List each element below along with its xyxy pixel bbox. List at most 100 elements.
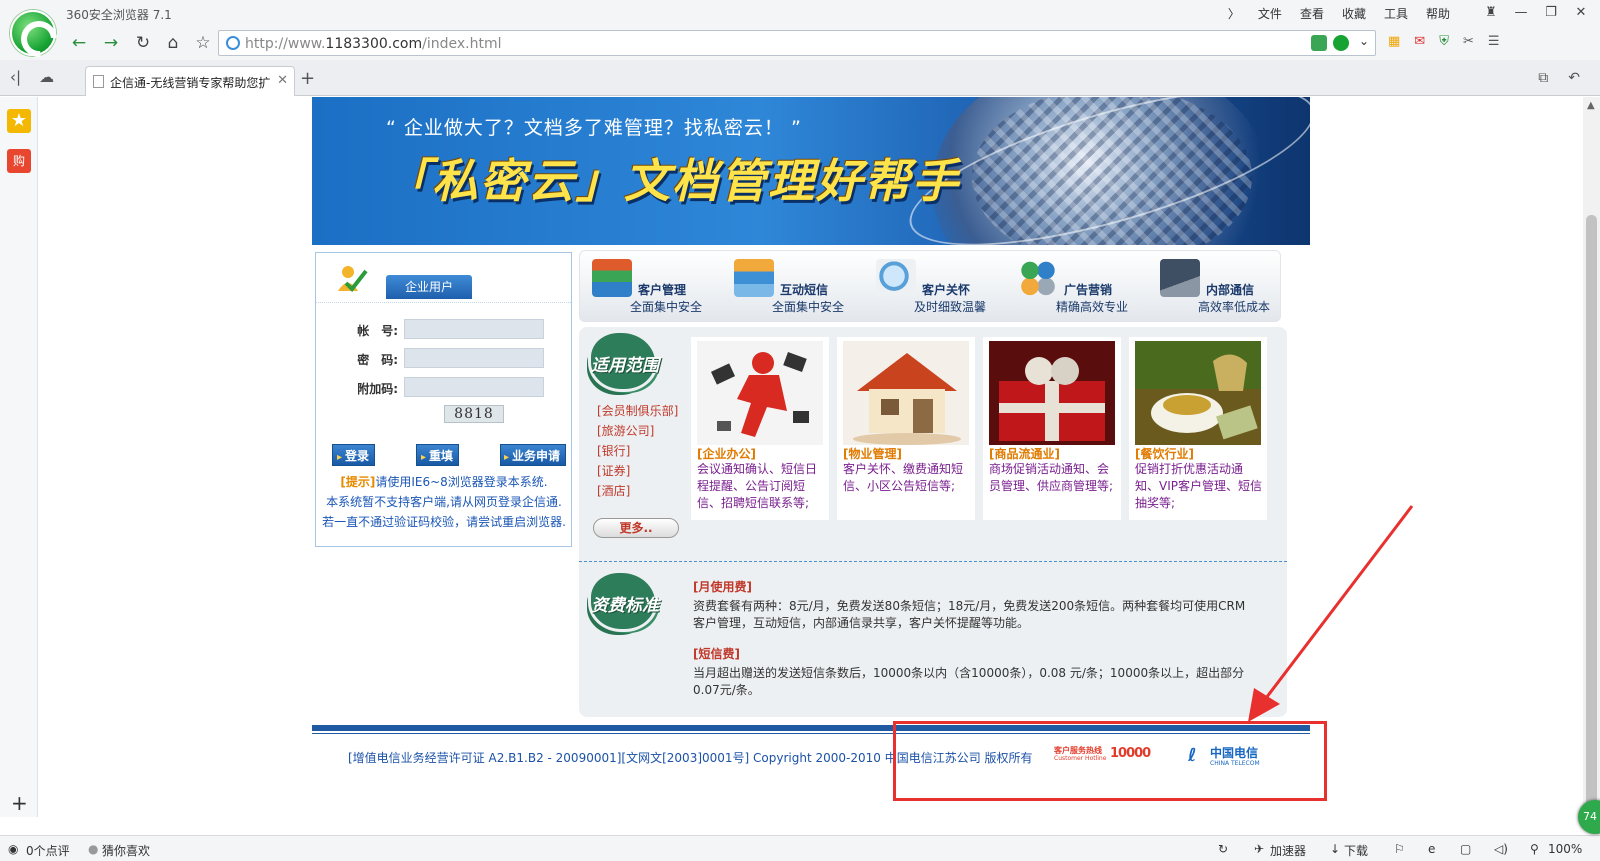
restore-tabs-icon[interactable]: ⧉	[1538, 70, 1548, 86]
reset-button[interactable]: 重填	[416, 444, 460, 466]
floating-badge[interactable]: 74	[1578, 800, 1600, 834]
guess-you-like[interactable]: 猜你喜欢	[102, 842, 150, 859]
zoom-level[interactable]: 100%	[1548, 842, 1582, 856]
download-icon[interactable]: ↓	[1330, 842, 1340, 856]
password-input[interactable]	[404, 348, 544, 368]
monthly-fee-title: [月使用费]	[693, 580, 752, 594]
scroll-up-icon[interactable]: ▲	[1587, 100, 1595, 111]
tab-enterprise-user[interactable]: 企业用户	[386, 275, 472, 299]
menu-help[interactable]: 帮助	[1426, 5, 1450, 22]
more-button[interactable]: 更多..	[593, 518, 679, 538]
bookmark-star-icon[interactable]: ☆	[190, 31, 216, 55]
card-title: [餐饮行业]	[1135, 447, 1194, 461]
menu-favorites[interactable]: 收藏	[1342, 5, 1366, 22]
translate-icon[interactable]: ⚐	[1394, 842, 1405, 856]
site-security-icon	[226, 36, 240, 50]
menu-tools[interactable]: 工具	[1384, 5, 1408, 22]
scope-list-item[interactable]: [酒店]	[597, 481, 678, 501]
tip-label: [提示]	[340, 475, 376, 489]
tip-line-2: 本系统暂不支持客户端,请从网页登录企信通.	[326, 495, 562, 509]
web-page: “ 企业做大了？文档多了难管理？找私密云！ ” 「私密云」文档管理好帮手 企业用…	[312, 97, 1310, 817]
service-internal-comm[interactable]: 内部通信 高效率低成本	[1148, 251, 1288, 323]
shopping-icon[interactable]: 购	[7, 149, 31, 173]
menu-expand-icon[interactable]: 〉	[1228, 5, 1240, 22]
window-icon[interactable]: ▢	[1460, 842, 1471, 856]
fee-content: [月使用费] 资费套餐有两种：8元/月，免费发送80条短信；18元/月，免费发送…	[693, 579, 1253, 699]
refresh-status-icon[interactable]: ↻	[1218, 842, 1228, 856]
house-image	[843, 341, 969, 445]
undo-close-icon[interactable]: ↶	[1568, 70, 1580, 86]
books-icon	[592, 259, 632, 297]
scope-card-catering[interactable]: [餐饮行业] 促销打折优惠活动通知、VIP客户管理、短信抽奖等;	[1129, 337, 1267, 520]
scope-card-retail[interactable]: [商品流通业] 商场促销活动通知、会员管理、供应商管理等;	[983, 337, 1121, 520]
close-button[interactable]: ✕	[1568, 2, 1594, 22]
back-icon[interactable]: ←	[66, 31, 92, 55]
browser-logo-icon[interactable]	[10, 10, 56, 56]
forward-icon[interactable]: →	[98, 31, 124, 55]
menu-file[interactable]: 文件	[1258, 5, 1282, 22]
sound-icon[interactable]: ◁)	[1494, 842, 1508, 856]
scope-list-item[interactable]: [旅游公司]	[597, 421, 678, 441]
refresh-icon[interactable]: ↻	[130, 31, 156, 55]
service-customer-care[interactable]: 客户关怀 及时细致温馨	[864, 251, 1004, 323]
captcha-image[interactable]: 8818	[444, 405, 504, 423]
scope-list-item[interactable]: [证券]	[597, 461, 678, 481]
cloud-icon[interactable]: ☁	[39, 68, 54, 86]
engine-icon[interactable]	[1333, 35, 1349, 51]
tab-active[interactable]: 企信通-无线营销专家帮助您扩大 ✕	[85, 66, 295, 96]
minimize-button[interactable]: —	[1508, 2, 1534, 22]
tab-close-icon[interactable]: ✕	[277, 73, 288, 88]
scope-card-office[interactable]: [企业办公] 会议通知确认、短信日程提醒、公告订阅短信、招聘短信联系等;	[691, 337, 829, 520]
apply-button[interactable]: 业务申请	[500, 444, 567, 466]
service-name: 客户关怀	[922, 283, 971, 297]
address-bar[interactable]: http://www.1183300.com/index.html ⌄	[218, 30, 1376, 56]
maximize-button[interactable]: ❐	[1538, 2, 1564, 22]
banner[interactable]: “ 企业做大了？文档多了难管理？找私密云！ ” 「私密云」文档管理好帮手	[312, 97, 1310, 245]
comments-icon[interactable]: ◉	[8, 842, 18, 856]
zoom-icon[interactable]: ⚲	[1530, 842, 1539, 856]
extra-code-input[interactable]	[404, 377, 544, 397]
tip-line-1: 请使用IE6~8浏览器登录本系统.	[375, 475, 548, 489]
arrows-icon	[1018, 259, 1058, 297]
screenshot-icon[interactable]: ✂	[1463, 34, 1474, 49]
account-input[interactable]	[404, 319, 544, 339]
scrollbar-thumb[interactable]	[1586, 215, 1597, 815]
login-button[interactable]: 登录	[332, 444, 376, 466]
service-desc: 全面集中安全	[772, 300, 845, 314]
address-url[interactable]: http://www.1183300.com/index.html	[245, 36, 501, 52]
vertical-scrollbar[interactable]: ▲	[1583, 97, 1600, 817]
dropdown-chevron-icon[interactable]: ⌄	[1359, 34, 1369, 48]
scope-badge-text: 适用范围	[591, 356, 659, 376]
side-add-icon[interactable]: +	[11, 791, 28, 815]
scope-badge: 适用范围	[585, 333, 661, 389]
service-customer-management[interactable]: 客户管理 全面集中安全	[580, 251, 720, 323]
skin-icon[interactable]: ♜	[1478, 2, 1504, 22]
service-name: 客户管理	[638, 283, 687, 297]
card-desc: 商场促销活动通知、会员管理、供应商管理等;	[989, 462, 1114, 493]
apps-grid-icon[interactable]: ▦	[1388, 34, 1400, 49]
service-desc: 全面集中安全	[630, 300, 703, 314]
accelerator-icon[interactable]: ✈	[1254, 842, 1264, 856]
browser-titlebar: 360安全浏览器 7.1 〉 文件 查看 收藏 工具 帮助 ♜ — ❐ ✕	[0, 0, 1600, 26]
scope-list-item[interactable]: [会员制俱乐部]	[597, 401, 678, 421]
menu-view[interactable]: 查看	[1300, 5, 1324, 22]
shield-icon[interactable]: ⛨	[1439, 34, 1449, 49]
accelerator-label[interactable]: 加速器	[1270, 842, 1306, 859]
scope-card-property[interactable]: [物业管理] 客户关怀、缴费通知短信、小区公告短信等;	[837, 337, 975, 520]
office-worker-image	[697, 341, 823, 445]
extension-menu-icon[interactable]: ☰	[1488, 34, 1500, 49]
favorites-star-icon[interactable]: ★	[7, 109, 31, 133]
service-advertising[interactable]: 广告营销 精确高效专业	[1006, 251, 1146, 323]
ie-mode-icon[interactable]: e	[1428, 842, 1435, 856]
card-title: [企业办公]	[697, 447, 756, 461]
comments-count[interactable]: 0个点评	[26, 842, 70, 859]
service-name: 互动短信	[780, 283, 829, 297]
new-tab-icon[interactable]: +	[300, 68, 315, 89]
scope-list-item[interactable]: [银行]	[597, 441, 678, 461]
service-interactive-sms[interactable]: 互动短信 全面集中安全	[722, 251, 862, 323]
download-label[interactable]: 下载	[1344, 842, 1368, 859]
mail-icon[interactable]: ✉	[1414, 34, 1425, 49]
qr-code-icon[interactable]	[1311, 35, 1327, 51]
home-icon[interactable]: ⌂	[160, 31, 186, 55]
tab-list-icon[interactable]: ‹|	[10, 68, 21, 86]
